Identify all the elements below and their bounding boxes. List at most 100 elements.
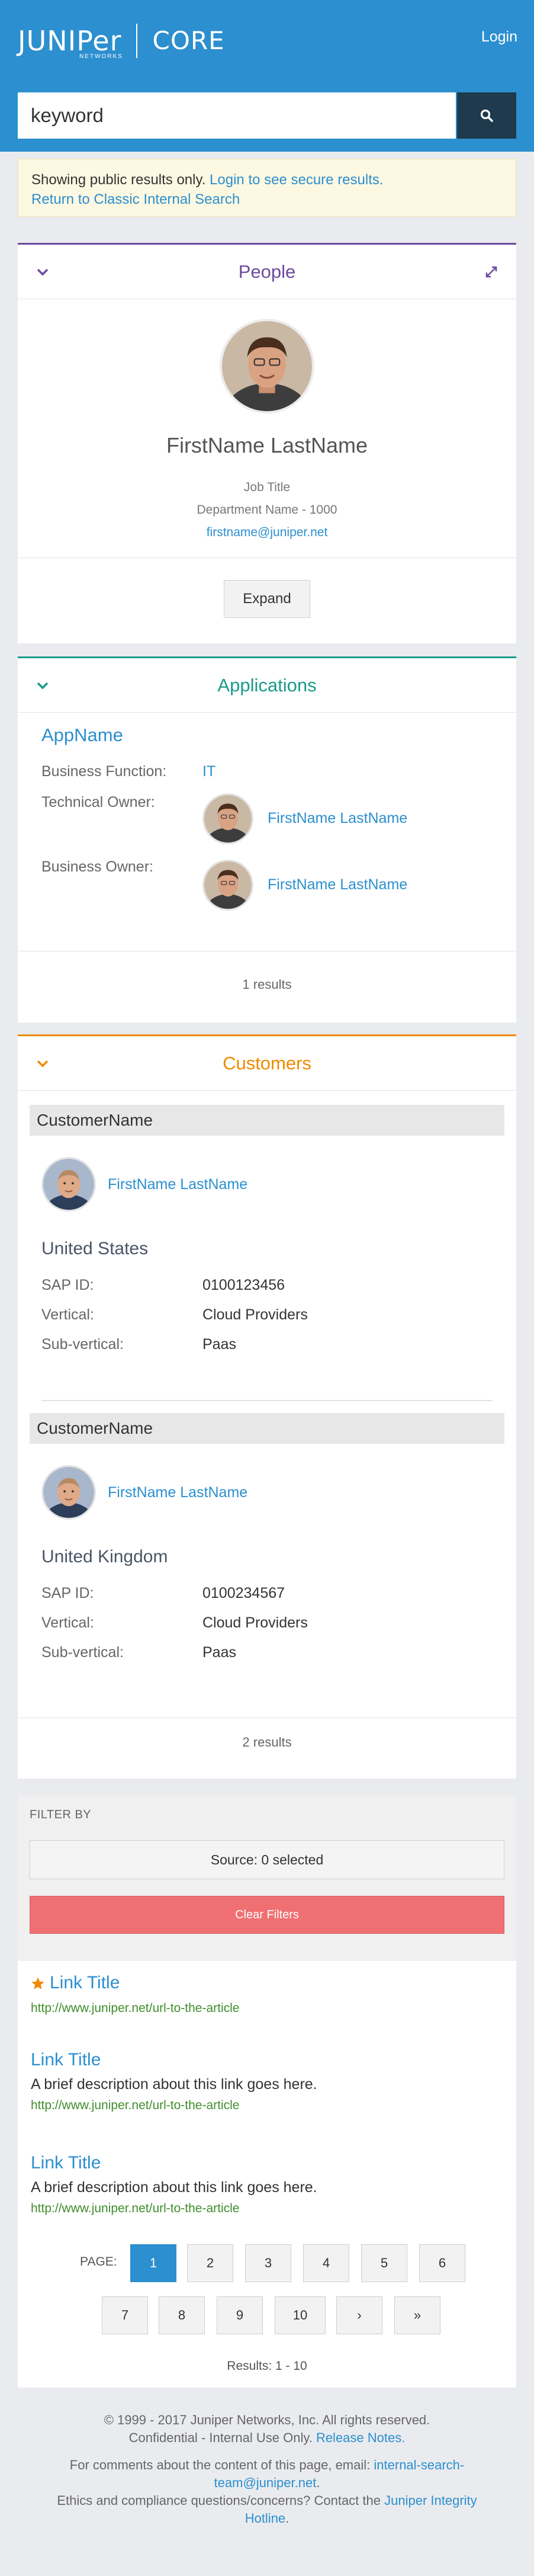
logo-juniper-text: JUNIPer xyxy=(18,25,122,57)
person-name[interactable]: FirstName LastName xyxy=(18,433,516,458)
technical-owner-label: Technical Owner: xyxy=(41,794,155,810)
customer-country: United Kingdom xyxy=(41,1547,168,1566)
page-7-button[interactable]: 7 xyxy=(102,2296,148,2334)
person-email-link[interactable]: firstname@juniper.net xyxy=(207,526,328,539)
release-notes-link[interactable]: Release Notes. xyxy=(316,2430,405,2445)
sap-id-label: SAP ID: xyxy=(41,1277,94,1293)
subvertical-label: Sub-vertical: xyxy=(41,1644,124,1661)
search-button[interactable] xyxy=(457,92,516,139)
integrity-hotline-link-continued[interactable]: Hotline xyxy=(245,2511,285,2526)
clear-filters-button[interactable]: Clear Filters xyxy=(30,1896,504,1934)
customer-contact-avatar[interactable] xyxy=(41,1465,96,1520)
pagination-label: PAGE: xyxy=(80,2255,117,2269)
customer-contact-link[interactable]: FirstName LastName xyxy=(108,1484,247,1501)
result-url[interactable]: http://www.juniper.net/url-to-the-articl… xyxy=(31,2202,240,2216)
star-icon xyxy=(31,1977,44,1989)
page-1-button[interactable]: 1 xyxy=(130,2244,176,2282)
people-panel-title: People xyxy=(238,261,296,282)
person-avatar[interactable] xyxy=(220,319,314,414)
technical-owner-avatar[interactable] xyxy=(202,793,253,844)
vertical-value: Cloud Providers xyxy=(202,1614,308,1631)
ethics-text: Ethics and compliance questions/concerns… xyxy=(57,2493,381,2508)
login-secure-link[interactable]: Login to see secure results. xyxy=(210,172,384,188)
site-footer: © 1999 - 2017 Juniper Networks, Inc. All… xyxy=(0,2411,534,2527)
applications-results-count: 1 results xyxy=(18,951,516,1024)
result-title-link[interactable]: Link Title xyxy=(31,2153,101,2173)
technical-owner-link[interactable]: FirstName LastName xyxy=(268,810,407,827)
sap-id-label: SAP ID: xyxy=(41,1585,94,1601)
chevron-down-icon[interactable] xyxy=(36,1058,50,1069)
page-4-button[interactable]: 4 xyxy=(303,2244,349,2282)
result-title-link[interactable]: Link Title xyxy=(31,2050,101,2070)
logo-networks-text: NETWORKS xyxy=(79,53,123,60)
notice-text: Showing public results only. xyxy=(31,172,206,188)
app-name-link[interactable]: AppName xyxy=(41,725,123,746)
next-page-button[interactable]: › xyxy=(336,2296,382,2334)
search-input[interactable] xyxy=(18,92,456,139)
vertical-label: Vertical: xyxy=(41,1306,94,1323)
customer-contact-avatar[interactable] xyxy=(41,1157,96,1212)
ethics-period: . xyxy=(285,2511,289,2526)
juniper-core-logo[interactable]: JUNIPer NETWORKS CORE xyxy=(18,20,225,62)
login-link[interactable]: Login xyxy=(481,28,517,46)
page-10-button[interactable]: 10 xyxy=(275,2296,326,2334)
logo-core-text: CORE xyxy=(152,26,225,55)
person-email-wrap: firstname@juniper.net xyxy=(18,526,516,540)
subvertical-value: Paas xyxy=(202,1336,236,1353)
classic-search-link[interactable]: Return to Classic Internal Search xyxy=(31,191,240,207)
last-page-button[interactable]: » xyxy=(394,2296,440,2334)
expand-icon[interactable] xyxy=(484,265,498,279)
page-8-button[interactable]: 8 xyxy=(159,2296,205,2334)
people-panel: People FirstName LastName Job Title Depa… xyxy=(18,243,516,643)
business-function-link[interactable]: IT xyxy=(202,763,215,780)
search-icon xyxy=(480,109,493,122)
comments-text: For comments about the content of this p… xyxy=(69,2458,371,2472)
customer-contact-link[interactable]: FirstName LastName xyxy=(108,1176,247,1193)
customer-name[interactable]: CustomerName xyxy=(30,1413,504,1444)
results-range: Results: 1 - 10 xyxy=(227,2359,307,2373)
comments-email-link-continued[interactable]: team@juniper.net xyxy=(214,2475,317,2490)
copyright-text: © 1999 - 2017 Juniper Networks, Inc. All… xyxy=(104,2412,430,2427)
page-5-button[interactable]: 5 xyxy=(361,2244,407,2282)
sap-id-value: 0100234567 xyxy=(202,1585,285,1601)
applications-panel-header[interactable]: Applications xyxy=(18,658,516,713)
result-url[interactable]: http://www.juniper.net/url-to-the-articl… xyxy=(31,2098,240,2113)
applications-panel-title: Applications xyxy=(217,674,317,696)
page-3-button[interactable]: 3 xyxy=(245,2244,291,2282)
person-department: Department Name - 1000 xyxy=(197,503,337,517)
customer-name[interactable]: CustomerName xyxy=(30,1105,504,1136)
customers-panel-title: Customers xyxy=(223,1052,311,1074)
page-2-button[interactable]: 2 xyxy=(187,2244,233,2282)
sap-id-value: 0100123456 xyxy=(202,1277,285,1293)
source-filter-button[interactable]: Source: 0 selected xyxy=(30,1840,504,1879)
confidential-text: Confidential - Internal Use Only. xyxy=(128,2430,313,2445)
filter-heading: FILTER BY xyxy=(30,1808,92,1821)
result-url[interactable]: http://www.juniper.net/url-to-the-articl… xyxy=(31,2001,240,2016)
ethics-line: Ethics and compliance questions/concerns… xyxy=(0,2492,534,2527)
subvertical-label: Sub-vertical: xyxy=(41,1336,124,1353)
customers-panel-header[interactable]: Customers xyxy=(18,1036,516,1091)
public-results-notice: Showing public results only. Login to se… xyxy=(18,159,516,217)
confidential-line: Confidential - Internal Use Only. Releas… xyxy=(0,2429,534,2447)
page-6-button[interactable]: 6 xyxy=(419,2244,465,2282)
comments-email-link[interactable]: internal-search- xyxy=(374,2458,464,2472)
comments-period: . xyxy=(316,2475,320,2490)
expand-button[interactable]: Expand xyxy=(224,580,310,618)
filter-panel: FILTER BY Source: 0 selected Clear Filte… xyxy=(18,1795,516,1961)
business-owner-label: Business Owner: xyxy=(41,858,153,875)
people-panel-header[interactable]: People xyxy=(18,245,516,299)
business-owner-avatar[interactable] xyxy=(202,860,253,911)
logo-divider xyxy=(136,24,137,58)
chevron-down-icon[interactable] xyxy=(36,680,50,691)
site-header: JUNIPer NETWORKS CORE Login xyxy=(0,0,534,152)
integrity-hotline-link[interactable]: Juniper Integrity xyxy=(384,2493,477,2508)
vertical-label: Vertical: xyxy=(41,1614,94,1631)
search-results: Link Title http://www.juniper.net/url-to… xyxy=(18,1961,516,2388)
vertical-value: Cloud Providers xyxy=(202,1306,308,1323)
page-9-button[interactable]: 9 xyxy=(217,2296,263,2334)
result-title-link[interactable]: Link Title xyxy=(50,1973,120,1993)
chevron-down-icon[interactable] xyxy=(36,267,50,277)
business-owner-link[interactable]: FirstName LastName xyxy=(268,876,407,893)
result-description: A brief description about this link goes… xyxy=(31,2179,317,2196)
applications-panel: Applications AppName Business Function: … xyxy=(18,656,516,1023)
